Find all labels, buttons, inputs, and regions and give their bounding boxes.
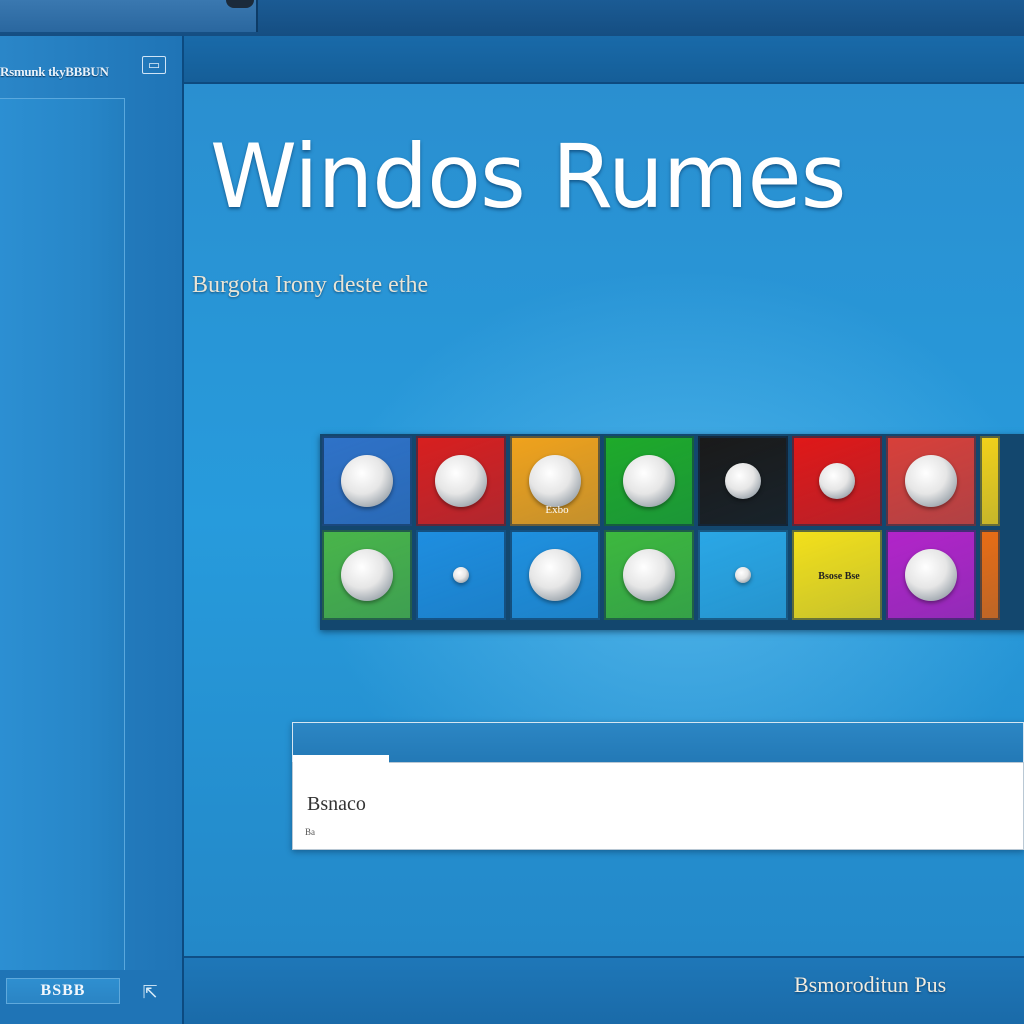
app-tile[interactable]	[698, 436, 788, 526]
app-tile[interactable]	[698, 530, 788, 620]
app-tile[interactable]	[792, 436, 882, 526]
disc-icon	[623, 455, 675, 507]
search-dialog-body: Ba	[292, 755, 1024, 850]
disc-icon	[341, 455, 393, 507]
app-tile[interactable]	[886, 530, 976, 620]
app-tile[interactable]	[322, 436, 412, 526]
left-panel-list[interactable]	[0, 98, 125, 971]
top-bar-handle[interactable]	[226, 0, 254, 8]
page-title: Windos Rumes	[210, 125, 847, 228]
left-footer-button[interactable]: BSBB	[6, 978, 120, 1004]
main-titlebar	[184, 36, 1024, 84]
app-tile[interactable]	[322, 530, 412, 620]
footer-link[interactable]: Bsmoroditun Pus	[794, 972, 1024, 998]
main-footer: Bsmoroditun Pus	[184, 956, 1024, 1024]
app-tile[interactable]: Bsose Bse	[792, 530, 882, 620]
app-tile[interactable]	[980, 436, 1000, 526]
window-icon[interactable]: ▭	[142, 56, 166, 74]
disc-icon	[529, 455, 581, 507]
left-panel-header: Rsmunk tkyBBBUN ▭	[0, 56, 182, 96]
page-subtitle: Burgota Irony deste ethe	[192, 272, 429, 298]
left-panel: Rsmunk tkyBBBUN ▭ BSBB ⇱	[0, 36, 184, 1024]
search-dialog-tab[interactable]	[293, 755, 389, 771]
search-input[interactable]	[305, 787, 1009, 821]
top-bar	[0, 0, 1024, 36]
network-icon	[529, 549, 581, 601]
coin-icon	[341, 549, 393, 601]
gear-icon	[725, 463, 761, 499]
main-content: Windos Rumes Burgota Irony deste ethe Ex…	[184, 84, 1024, 956]
ring-icon	[905, 549, 957, 601]
app-tile-grid: Exbo Bsose Bse	[320, 434, 1024, 630]
app-tile[interactable]	[604, 436, 694, 526]
search-dialog: Ba	[292, 722, 1024, 850]
app-tile[interactable]: Exbo	[510, 436, 600, 526]
drop-icon	[735, 567, 751, 583]
app-tile[interactable]	[416, 530, 506, 620]
left-panel-footer: BSBB ⇱	[0, 970, 182, 1024]
badge-icon	[623, 549, 675, 601]
dot-icon	[453, 567, 469, 583]
apple-icon	[819, 463, 855, 499]
app-tile-label: Exbo	[545, 504, 569, 516]
target-icon	[905, 455, 957, 507]
app-tile[interactable]	[886, 436, 976, 526]
left-panel-title: Rsmunk tkyBBBUN	[0, 64, 109, 79]
disc-icon	[435, 455, 487, 507]
search-hint: Ba	[305, 827, 315, 837]
app-tile[interactable]	[604, 530, 694, 620]
search-dialog-header	[292, 722, 1024, 762]
cursor-icon[interactable]: ⇱	[136, 978, 164, 1006]
app-tile[interactable]	[510, 530, 600, 620]
top-bar-left	[0, 0, 258, 32]
app-tile-label: Bsose Bse	[818, 571, 860, 582]
app-tile[interactable]	[980, 530, 1000, 620]
main-window: Windos Rumes Burgota Irony deste ethe Ex…	[184, 36, 1024, 1024]
app-tile[interactable]	[416, 436, 506, 526]
